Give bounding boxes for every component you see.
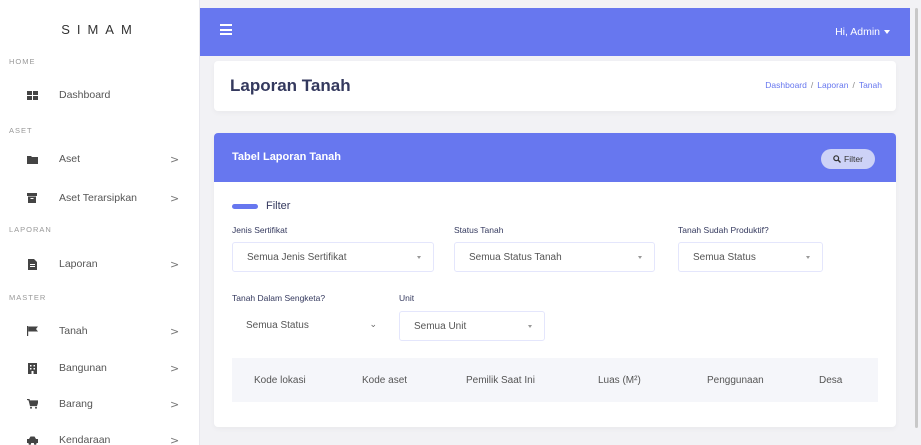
section-label-aset: ASET: [9, 126, 33, 135]
car-icon: [25, 436, 39, 445]
select-value: Semua Jenis Sertifikat: [247, 252, 347, 263]
sidebar-item-label: Kendaraan: [59, 434, 111, 445]
sidebar-item-label: Laporan: [59, 258, 98, 270]
sidebar-item-label: Bangunan: [59, 362, 107, 374]
sidebar-item-tanah[interactable]: Tanah >: [0, 319, 200, 343]
chevron-right-icon: >: [170, 361, 180, 375]
chevron-right-icon: >: [170, 324, 180, 338]
sidebar-item-label: Barang: [59, 398, 93, 410]
breadcrumb-dashboard[interactable]: Dashboard: [765, 80, 807, 90]
sengketa-select[interactable]: Semua Status ⌄: [232, 311, 387, 341]
breadcrumb-laporan[interactable]: Laporan: [817, 80, 848, 90]
sidebar-item-bangunan[interactable]: Bangunan >: [0, 356, 200, 380]
filter-button[interactable]: Filter: [821, 149, 875, 169]
sidebar-item-label: Dashboard: [59, 89, 111, 101]
produktif-label: Tanah Sudah Produktif?: [678, 225, 769, 235]
chevron-down-icon: ⌄: [369, 320, 377, 330]
filter-heading: Filter: [232, 200, 290, 212]
section-label-laporan: LAPORAN: [9, 225, 52, 234]
section-label-home: HOME: [9, 57, 36, 66]
sidebar-item-aset[interactable]: Aset >: [0, 147, 200, 171]
select-value: Semua Status: [246, 320, 309, 331]
produktif-select[interactable]: Semua Status: [678, 242, 823, 272]
archive-icon: [25, 193, 39, 203]
chevron-right-icon: >: [170, 257, 180, 271]
flag-icon: [25, 326, 39, 336]
sidebar-item-label: Aset: [59, 153, 81, 165]
page-scrollbar[interactable]: [915, 8, 918, 428]
card-header: Tabel Laporan Tanah Filter: [214, 133, 896, 182]
sidebar-item-aset-terarsipkan[interactable]: Aset Terarsipkan >: [0, 186, 200, 210]
building-icon: [25, 362, 39, 374]
sidebar: SIMAM HOME Dashboard ASET Aset > Aset Te…: [0, 0, 200, 445]
dashboard-icon: [25, 90, 39, 100]
card-title: Tabel Laporan Tanah: [232, 151, 341, 163]
sidebar-item-label: Aset Terarsipkan: [59, 192, 138, 204]
table-header: Kode lokasi Kode aset Pemilik Saat Ini L…: [232, 358, 878, 402]
report-card: Tabel Laporan Tanah Filter Filter Jenis …: [214, 133, 896, 427]
sidebar-item-barang[interactable]: Barang >: [0, 392, 200, 416]
breadcrumb: Dashboard / Laporan / Tanah: [765, 80, 882, 90]
column-header[interactable]: Kode lokasi: [254, 375, 306, 386]
chevron-right-icon: >: [170, 152, 180, 166]
status-tanah-label: Status Tanah: [454, 225, 504, 235]
chevron-right-icon: >: [170, 433, 180, 445]
unit-select[interactable]: Semua Unit: [399, 311, 545, 341]
chevron-down-icon: [638, 256, 642, 259]
jenis-sertifikat-select[interactable]: Semua Jenis Sertifikat: [232, 242, 434, 272]
search-icon: [833, 155, 842, 163]
unit-label: Unit: [399, 293, 415, 303]
caret-down-icon: [884, 30, 890, 35]
select-value: Semua Status: [693, 252, 756, 263]
column-header[interactable]: Desa: [819, 375, 842, 386]
breadcrumb-separator: /: [852, 80, 855, 90]
column-header[interactable]: Pemilik Saat Ini: [466, 375, 535, 386]
column-header[interactable]: Kode aset: [362, 375, 407, 386]
chevron-down-icon: [528, 325, 532, 328]
top-navbar: Hi, Admin: [200, 8, 910, 56]
chevron-right-icon: >: [170, 397, 180, 411]
user-menu-dropdown[interactable]: Hi, Admin: [835, 26, 890, 38]
section-label-master: MASTER: [9, 293, 47, 302]
chevron-right-icon: >: [170, 191, 180, 205]
page-title: Laporan Tanah: [230, 76, 351, 95]
hamburger-menu-icon[interactable]: [220, 24, 232, 35]
select-value: Semua Status Tanah: [469, 252, 562, 263]
file-icon: [25, 258, 39, 270]
breadcrumb-current: Tanah: [858, 80, 882, 90]
column-header[interactable]: Luas (M²): [598, 375, 641, 386]
brand-logo[interactable]: SIMAM: [0, 22, 200, 37]
column-header[interactable]: Penggunaan: [707, 375, 764, 386]
sidebar-item-laporan[interactable]: Laporan >: [0, 252, 200, 276]
status-tanah-select[interactable]: Semua Status Tanah: [454, 242, 655, 272]
filter-accent-bar: [232, 203, 258, 209]
user-greeting: Hi, Admin: [835, 26, 880, 38]
jenis-sertifikat-label: Jenis Sertifikat: [232, 225, 288, 235]
filter-button-label: Filter: [844, 154, 863, 164]
filter-heading-label: Filter: [266, 200, 291, 212]
folder-icon: [25, 155, 39, 164]
breadcrumb-separator: /: [810, 80, 814, 90]
chevron-down-icon: [417, 256, 421, 259]
sidebar-item-kendaraan[interactable]: Kendaraan >: [0, 428, 200, 445]
cart-icon: [25, 399, 39, 409]
sengketa-label: Tanah Dalam Sengketa?: [232, 293, 326, 303]
page-header: Laporan Tanah Dashboard / Laporan / Tanah: [214, 61, 896, 111]
sidebar-item-dashboard[interactable]: Dashboard: [0, 83, 200, 107]
select-value: Semua Unit: [414, 321, 467, 332]
sidebar-item-label: Tanah: [59, 325, 88, 337]
chevron-down-icon: [806, 256, 810, 259]
